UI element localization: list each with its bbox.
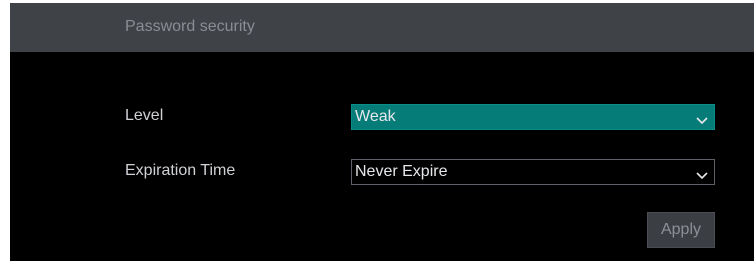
section-header: Password security [10,3,754,52]
apply-button[interactable]: Apply [647,212,715,248]
level-label: Level [125,107,164,124]
level-select[interactable]: Weak [351,104,715,130]
level-select-value: Weak [355,108,396,125]
expiration-time-select[interactable]: Never Expire [351,159,715,185]
password-security-panel: Password security Level Weak Expiration … [10,3,754,261]
section-title: Password security [125,18,255,35]
expiration-time-label: Expiration Time [125,162,236,179]
chevron-down-icon [696,112,708,125]
expiration-time-select-value: Never Expire [355,163,448,180]
chevron-down-icon [696,167,708,180]
